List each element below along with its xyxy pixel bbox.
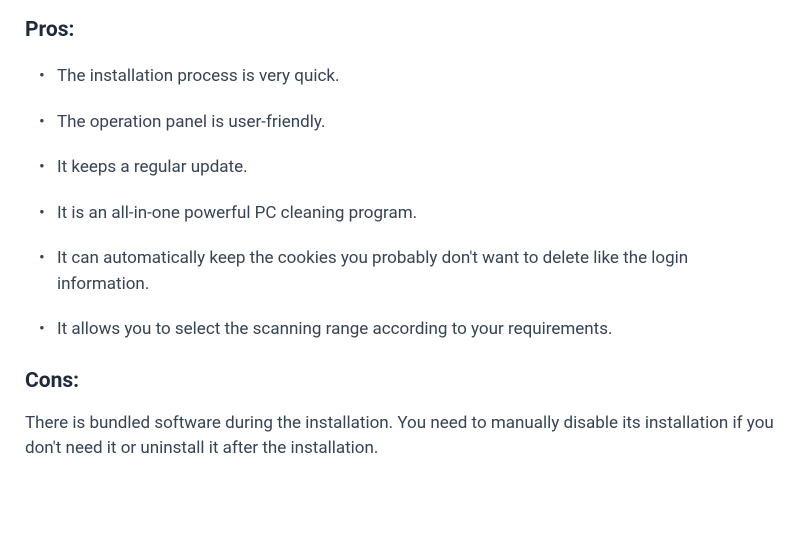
pros-heading: Pros:: [25, 18, 775, 42]
pros-list: The installation process is very quick. …: [25, 64, 775, 343]
cons-text: There is bundled software during the ins…: [25, 411, 775, 462]
cons-heading: Cons:: [25, 369, 775, 393]
list-item: It is an all-in-one powerful PC cleaning…: [57, 201, 775, 227]
list-item: It keeps a regular update.: [57, 155, 775, 181]
list-item: It allows you to select the scanning ran…: [57, 317, 775, 343]
list-item: It can automatically keep the cookies yo…: [57, 246, 775, 297]
list-item: The operation panel is user-friendly.: [57, 110, 775, 136]
list-item: The installation process is very quick.: [57, 64, 775, 90]
